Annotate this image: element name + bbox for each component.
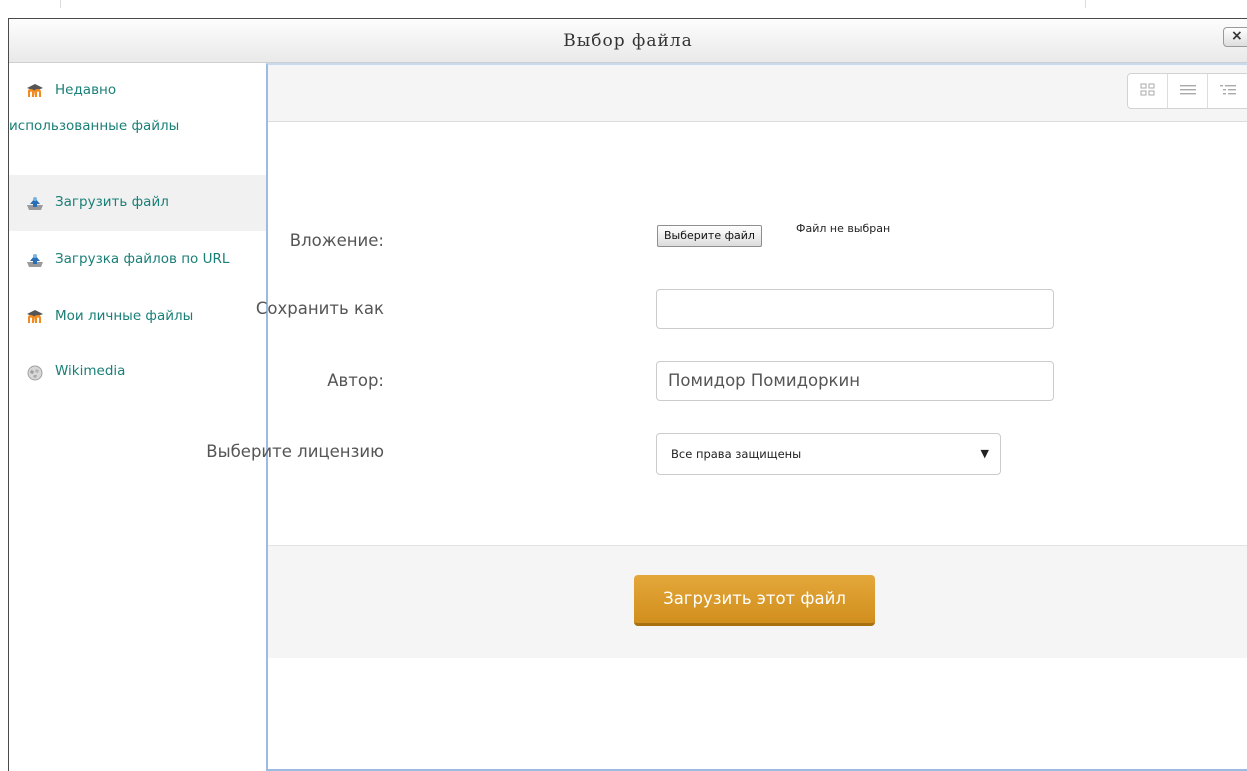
license-select[interactable]: Все права защищены ▼ [656, 433, 1001, 475]
tree-view-icon [1219, 82, 1237, 101]
view-mode-group [1127, 73, 1247, 109]
list-view-icon [1179, 82, 1197, 101]
icons-view-button[interactable] [1128, 74, 1168, 108]
moodle-icon [26, 83, 44, 99]
background-divider [1085, 0, 1086, 8]
sidebar-item-label: Недавно [55, 82, 117, 98]
attachment-label: Вложение: [289, 231, 384, 250]
upload-icon [26, 195, 44, 211]
file-status-text: Файл не выбран [796, 222, 891, 235]
save-as-label: Сохранить как [255, 299, 384, 318]
list-view-button[interactable] [1168, 74, 1208, 108]
upload-this-file-button[interactable]: Загрузить этот файл [634, 575, 875, 626]
moodle-icon [26, 309, 44, 325]
sidebar-item-label: Загрузить файл [55, 194, 169, 210]
sidebar-item-label: использованные файлы [9, 118, 180, 134]
sidebar-item-label: Мои личные файлы [55, 308, 194, 324]
sidebar-item-label: Wikimedia [55, 363, 126, 379]
icons-view-icon [1140, 82, 1156, 101]
license-label: Выберите лицензию [206, 442, 384, 461]
file-picker-dialog: Выбор файла × Недавно использованные фай… [8, 18, 1247, 771]
choose-file-button[interactable]: Выберите файл [657, 225, 762, 247]
background-divider [60, 0, 61, 8]
sidebar-item-wikimedia[interactable]: Wikimedia [9, 345, 266, 399]
form-footer: Загрузить этот файл [268, 545, 1247, 658]
author-label: Автор: [327, 371, 384, 390]
url-upload-icon [26, 252, 44, 268]
license-selected-value: Все права защищены [671, 447, 802, 461]
repository-sidebar: Недавно использованные файлы Загрузить ф… [9, 63, 266, 771]
close-icon: × [1231, 28, 1243, 44]
sidebar-item-upload-file[interactable]: Загрузить файл [9, 175, 266, 231]
sidebar-item-url-upload[interactable]: Загрузка файлов по URL [9, 233, 266, 287]
dialog-title: Выбор файла [563, 31, 693, 51]
dialog-titlebar: Выбор файла × [9, 19, 1247, 63]
dropdown-arrow-icon: ▼ [980, 447, 989, 460]
view-toolbar [268, 65, 1247, 122]
sidebar-item-private-files[interactable]: Мои личные файлы [9, 289, 266, 343]
save-as-input[interactable] [656, 289, 1054, 329]
close-button[interactable]: × [1223, 27, 1247, 47]
sidebar-item-label: Загрузка файлов по URL [55, 251, 230, 267]
sidebar-item-recent-files[interactable]: Недавно использованные файлы [9, 73, 266, 169]
author-input[interactable]: Помидор Помидоркин [656, 361, 1054, 401]
tree-view-button[interactable] [1208, 74, 1247, 108]
upload-panel: Вложение: Выберите файл Файл не выбран С… [206, 63, 1247, 771]
background-strip [0, 0, 1247, 18]
wikimedia-icon [26, 364, 44, 381]
